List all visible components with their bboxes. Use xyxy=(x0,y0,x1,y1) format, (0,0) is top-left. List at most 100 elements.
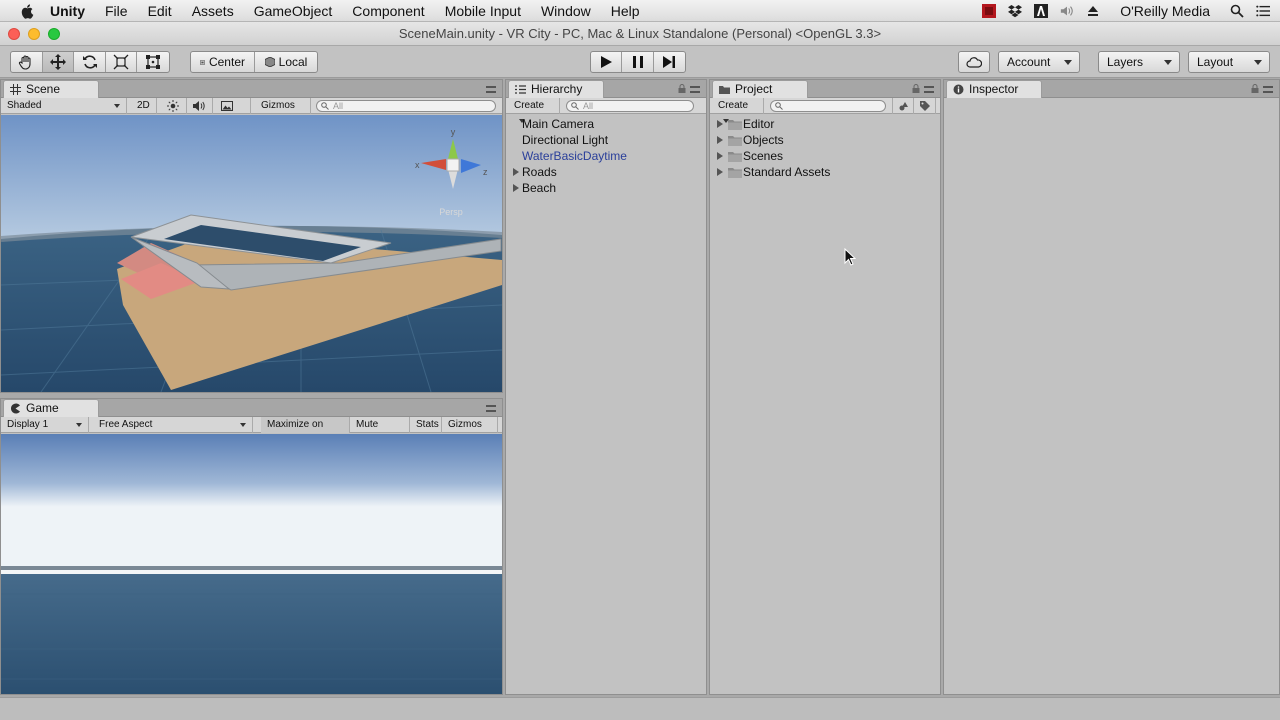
maximize-on-play-toggle[interactable]: Maximize on Play xyxy=(261,417,350,446)
panel-menu-icon[interactable] xyxy=(486,86,496,93)
hierarchy-create-label: Create xyxy=(514,100,545,111)
rect-tool-button[interactable] xyxy=(137,52,169,72)
project-create-dropdown[interactable]: Create xyxy=(712,98,764,124)
speaker-icon xyxy=(193,101,205,111)
mute-audio-toggle[interactable]: Mute audio xyxy=(350,417,410,446)
tab-game-label: Game xyxy=(26,401,59,415)
layout-dropdown[interactable]: Layout xyxy=(1188,51,1270,73)
layers-dropdown[interactable]: Layers xyxy=(1098,51,1180,73)
rotate-icon xyxy=(82,55,97,69)
menu-window[interactable]: Window xyxy=(541,3,591,19)
adobe-icon[interactable] xyxy=(1034,4,1049,18)
menu-gameobject[interactable]: GameObject xyxy=(254,3,333,19)
expand-triangle-icon[interactable] xyxy=(513,184,519,192)
hierarchy-create-dropdown[interactable]: Create xyxy=(508,98,560,124)
filter-by-label-button[interactable] xyxy=(914,98,936,114)
hierarchy-item-label: Beach xyxy=(522,181,557,195)
lock-icon[interactable] xyxy=(912,84,920,93)
tab-project[interactable]: Project xyxy=(712,80,808,98)
menu-assets[interactable]: Assets xyxy=(192,3,234,19)
chevron-down-icon xyxy=(240,423,246,427)
scene-viewport[interactable]: y x z Persp xyxy=(1,115,502,392)
step-button[interactable] xyxy=(654,52,685,72)
hierarchy-item-beach[interactable]: Beach xyxy=(506,180,706,196)
hierarchy-item-directional-light[interactable]: Directional Light xyxy=(506,132,706,148)
effects-dropdown[interactable] xyxy=(215,98,251,127)
tab-project-label: Project xyxy=(735,82,773,96)
lock-icon[interactable] xyxy=(1251,84,1259,93)
pause-button[interactable] xyxy=(622,52,654,72)
rotate-tool-button[interactable] xyxy=(74,52,106,72)
expand-triangle-icon[interactable] xyxy=(717,168,723,176)
spotlight-search-icon[interactable] xyxy=(1230,4,1244,18)
lighting-toggle[interactable] xyxy=(161,98,187,114)
cloud-services-button[interactable] xyxy=(959,52,989,72)
expand-triangle-icon[interactable] xyxy=(717,136,723,144)
stats-label: Stats xyxy=(416,419,439,430)
search-icon xyxy=(571,102,579,110)
tab-scene[interactable]: Scene xyxy=(3,80,99,98)
expand-triangle-icon[interactable] xyxy=(513,168,519,176)
recording-icon[interactable] xyxy=(982,4,997,18)
menu-unity[interactable]: Unity xyxy=(50,3,85,19)
account-dropdown[interactable]: Account xyxy=(998,51,1080,73)
panel-menu-icon[interactable] xyxy=(924,86,934,93)
pivot-center-button[interactable]: Center xyxy=(191,52,255,72)
menu-edit[interactable]: Edit xyxy=(148,3,172,19)
gizmo-axis-y-label: y xyxy=(451,127,456,137)
shading-mode-dropdown[interactable]: Shaded xyxy=(1,98,127,114)
aspect-dropdown[interactable]: Free Aspect xyxy=(93,417,253,433)
notification-center-icon[interactable] xyxy=(1256,4,1270,18)
cloud-icon xyxy=(966,57,982,68)
expand-triangle-icon[interactable] xyxy=(717,152,723,160)
hierarchy-item-water-basic-daytime[interactable]: WaterBasicDaytime xyxy=(506,148,706,164)
project-folder-objects[interactable]: Objects xyxy=(710,132,940,148)
volume-icon[interactable] xyxy=(1060,4,1074,18)
close-window-button[interactable] xyxy=(8,28,20,40)
projection-label[interactable]: Persp xyxy=(439,207,463,217)
project-search-input[interactable] xyxy=(770,100,886,112)
panel-menu-icon[interactable] xyxy=(486,405,496,412)
menu-mobile-input[interactable]: Mobile Input xyxy=(445,3,521,19)
apple-icon[interactable] xyxy=(20,3,36,19)
scene-gizmos-dropdown[interactable]: Gizmos xyxy=(255,98,311,124)
game-gizmos-dropdown[interactable]: Gizmos xyxy=(442,417,498,443)
tab-inspector[interactable]: Inspector xyxy=(946,80,1042,98)
audio-toggle[interactable] xyxy=(187,98,213,114)
hierarchy-search-input[interactable]: All xyxy=(566,100,694,112)
dropbox-icon[interactable] xyxy=(1008,4,1023,18)
filter-by-type-button[interactable] xyxy=(892,98,914,114)
panel-menu-icon[interactable] xyxy=(690,86,700,93)
eject-icon[interactable] xyxy=(1086,4,1100,18)
hierarchy-item-roads[interactable]: Roads xyxy=(506,164,706,180)
folder-icon xyxy=(728,152,742,162)
menu-component[interactable]: Component xyxy=(352,3,424,19)
panel-menu-icon[interactable] xyxy=(1263,86,1273,93)
lock-icon[interactable] xyxy=(678,84,686,93)
expand-triangle-icon[interactable] xyxy=(717,120,723,128)
mode-2d-toggle[interactable]: 2D xyxy=(131,98,157,114)
tab-game[interactable]: Game xyxy=(3,399,99,417)
project-folder-scenes[interactable]: Scenes xyxy=(710,148,940,164)
scene-search-input[interactable]: All xyxy=(316,100,496,112)
stats-toggle[interactable]: Stats xyxy=(410,417,442,433)
hierarchy-item-main-camera[interactable]: Main Camera xyxy=(506,116,706,132)
hand-tool-button[interactable] xyxy=(11,52,43,72)
display-dropdown[interactable]: Display 1 xyxy=(1,417,89,433)
zoom-window-button[interactable] xyxy=(48,28,60,40)
pacman-icon xyxy=(11,403,20,414)
move-tool-button[interactable] xyxy=(42,52,75,72)
gizmo-axis-z-label: z xyxy=(483,167,488,177)
game-viewport[interactable] xyxy=(1,434,502,694)
menu-help[interactable]: Help xyxy=(611,3,640,19)
scale-tool-button[interactable] xyxy=(106,52,138,72)
play-button[interactable] xyxy=(591,52,623,72)
play-icon xyxy=(601,56,613,68)
pivot-local-button[interactable]: Local xyxy=(255,52,317,72)
project-folder-standard-assets[interactable]: Standard Assets xyxy=(710,164,940,180)
menubar-user-name[interactable]: O'Reilly Media xyxy=(1120,3,1210,19)
tab-hierarchy[interactable]: Hierarchy xyxy=(508,80,604,98)
minimize-window-button[interactable] xyxy=(28,28,40,40)
menu-file[interactable]: File xyxy=(105,3,128,19)
project-folder-editor[interactable]: Editor xyxy=(710,116,940,132)
